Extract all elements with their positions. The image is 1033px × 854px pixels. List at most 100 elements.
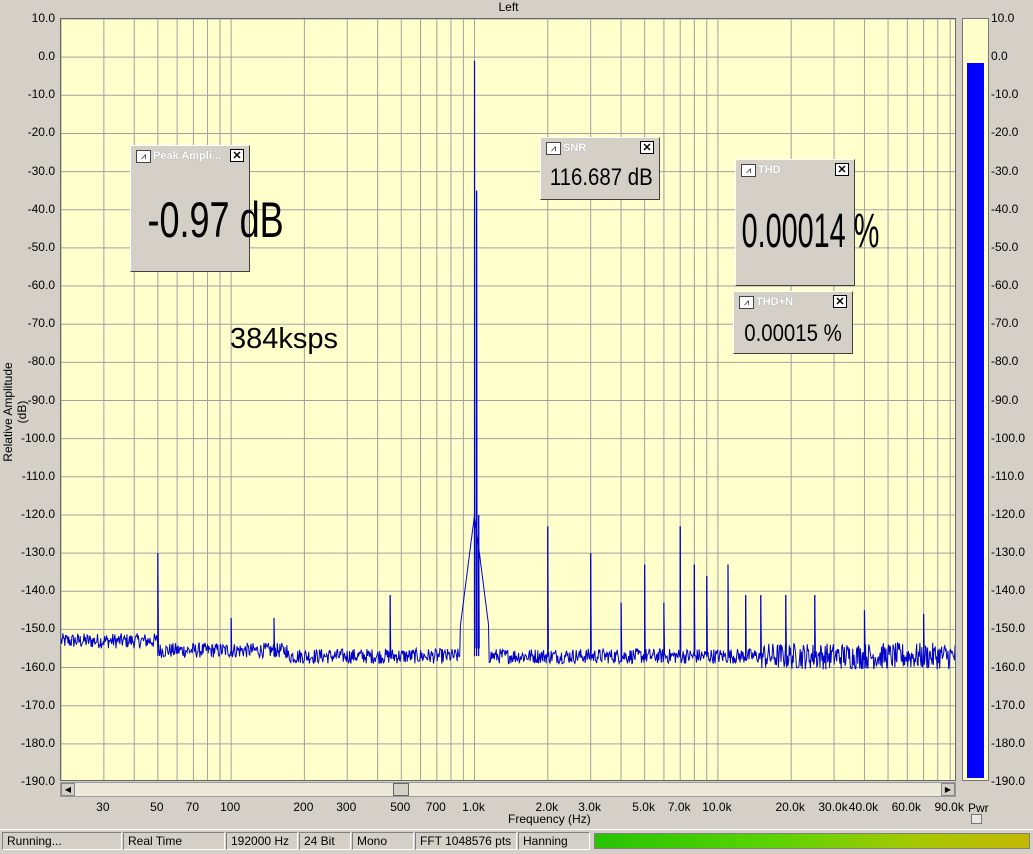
- waveform-icon: ⩘: [741, 164, 756, 177]
- x-tick-label: 30.0k: [818, 800, 848, 814]
- meter-tick-label: -60.0: [991, 278, 1019, 293]
- power-meter-bar: [967, 62, 984, 778]
- x-tick-label: 90.0k: [934, 800, 964, 814]
- meter-tick-label: -90.0: [991, 392, 1019, 407]
- y-axis-label: Relative Amplitude (dB): [1, 362, 29, 462]
- widget-title: THD: [758, 164, 781, 176]
- y-tick-label: -120.0: [20, 506, 55, 521]
- meter-tick-label: -180.0: [991, 735, 1026, 750]
- scrollbar-thumb[interactable]: [393, 783, 409, 796]
- peak-amplitude-value: -0.97 dB: [147, 192, 284, 248]
- x-tick-label: 100: [220, 800, 241, 814]
- y-tick-label: -100.0: [20, 430, 55, 445]
- status-window: Hanning: [518, 832, 590, 850]
- meter-tick-label: -40.0: [991, 201, 1019, 216]
- waveform-icon: ⩘: [739, 296, 754, 309]
- meter-tick-label: -170.0: [991, 697, 1026, 712]
- meter-tick-label: -70.0: [991, 316, 1019, 331]
- y-tick-label: -130.0: [20, 545, 55, 560]
- x-tick-label: 60.0k: [891, 800, 921, 814]
- status-channels: Mono: [352, 832, 414, 850]
- meter-tick-label: -50.0: [991, 239, 1019, 254]
- scroll-right-arrow-icon[interactable]: ▶: [941, 783, 955, 796]
- meter-tick-label: 0.0: [991, 49, 1008, 64]
- widget-title: SNR: [563, 142, 587, 154]
- meter-tick-label: -120.0: [991, 506, 1026, 521]
- waveform-icon: ⩘: [546, 142, 561, 155]
- input-level-meter: [594, 833, 1030, 849]
- thd-n-widget[interactable]: ⩘ THD+N ✕ 0.00015 %: [733, 291, 853, 354]
- thd-n-value: 0.00015 %: [744, 320, 842, 347]
- snr-widget[interactable]: ⩘ SNR ✕ 116.687 dB: [540, 137, 660, 200]
- y-tick-label: -140.0: [20, 583, 55, 598]
- meter-options-button[interactable]: [971, 814, 982, 824]
- x-tick-label: 50: [150, 800, 164, 814]
- x-axis-label: Frequency (Hz): [508, 812, 591, 826]
- meter-tick-label: -150.0: [991, 621, 1026, 636]
- status-bit-depth: 24 Bit: [299, 832, 351, 850]
- status-state: Running...: [2, 832, 122, 850]
- close-icon[interactable]: ✕: [835, 163, 849, 176]
- spectrum-plot[interactable]: [60, 18, 956, 781]
- spectrum-svg: [61, 19, 955, 780]
- meter-tick-label: -10.0: [991, 87, 1019, 102]
- x-tick-label: 1.0k: [462, 800, 485, 814]
- y-tick-label: -80.0: [27, 354, 55, 369]
- meter-tick-label: -100.0: [991, 430, 1026, 445]
- y-tick-label: 0.0: [38, 49, 55, 64]
- widget-titlebar[interactable]: ⩘ THD ✕: [739, 163, 851, 178]
- y-tick-label: -60.0: [27, 278, 55, 293]
- y-tick-label: -150.0: [20, 621, 55, 636]
- meter-tick-label: -110.0: [991, 468, 1025, 483]
- widget-titlebar[interactable]: ⩘ Peak Ampli... ✕: [134, 149, 246, 164]
- sample-rate-annotation: 384ksps: [230, 323, 339, 355]
- y-tick-label: 10.0: [31, 11, 55, 25]
- plot-title: Left: [498, 0, 519, 14]
- y-tick-label: -180.0: [20, 735, 55, 750]
- x-tick-label: 10.0k: [702, 800, 732, 814]
- x-tick-label: 5.0k: [632, 800, 655, 814]
- x-tick-label: 7.0k: [667, 800, 691, 814]
- widget-titlebar[interactable]: ⩘ THD+N ✕: [737, 295, 849, 310]
- meter-tick-label: -160.0: [991, 659, 1026, 674]
- peak-amplitude-widget[interactable]: ⩘ Peak Ampli... ✕ -0.97 dB: [130, 145, 284, 272]
- y-tick-label: -50.0: [27, 239, 55, 254]
- meter-tick-label: -130.0: [991, 545, 1026, 560]
- x-tick-label: 200: [293, 800, 314, 814]
- close-icon[interactable]: ✕: [640, 141, 654, 154]
- y-tick-label: -190.0: [20, 774, 55, 788]
- status-sample-rate: 192000 Hz: [226, 832, 298, 850]
- y-tick-label: -90.0: [27, 392, 55, 407]
- meter-tick-label: -20.0: [991, 125, 1019, 140]
- widget-titlebar[interactable]: ⩘ SNR ✕: [544, 141, 656, 156]
- close-icon[interactable]: ✕: [230, 149, 244, 162]
- y-tick-label: -160.0: [20, 659, 55, 674]
- meter-label: Pwr: [968, 801, 989, 815]
- meter-tick-label: -140.0: [991, 583, 1026, 598]
- y-tick-label: -170.0: [20, 697, 55, 712]
- status-fft-size: FFT 1048576 pts: [415, 832, 517, 850]
- y-tick-label: -10.0: [27, 87, 55, 102]
- status-bar: Running... Real Time 192000 Hz 24 Bit Mo…: [0, 829, 1033, 854]
- y-tick-label: -30.0: [27, 163, 55, 178]
- meter-tick-label: -30.0: [991, 163, 1019, 178]
- x-tick-label: 30: [96, 800, 110, 814]
- close-icon[interactable]: ✕: [833, 295, 847, 308]
- status-mode: Real Time: [123, 832, 225, 850]
- power-meter: [962, 18, 989, 781]
- frequency-scrollbar[interactable]: ◀ ▶: [60, 782, 956, 797]
- y-tick-label: -40.0: [27, 201, 55, 216]
- meter-tick-label: -80.0: [991, 354, 1019, 369]
- y-tick-label: -20.0: [27, 125, 55, 140]
- widget-title: THD+N: [756, 296, 793, 308]
- x-tick-label: 70: [185, 800, 200, 814]
- thd-value: 0.00014 %: [741, 205, 880, 258]
- meter-tick-label: 10.0: [991, 11, 1015, 25]
- thd-widget[interactable]: ⩘ THD ✕ 0.00014 %: [735, 159, 880, 286]
- x-tick-label: 700: [425, 800, 446, 814]
- y-tick-label: -70.0: [27, 316, 55, 331]
- y-tick-label: -110.0: [21, 468, 55, 483]
- widget-title: Peak Ampli...: [153, 150, 222, 162]
- scroll-left-arrow-icon[interactable]: ◀: [61, 783, 75, 796]
- x-tick-label: 40.0k: [848, 800, 879, 814]
